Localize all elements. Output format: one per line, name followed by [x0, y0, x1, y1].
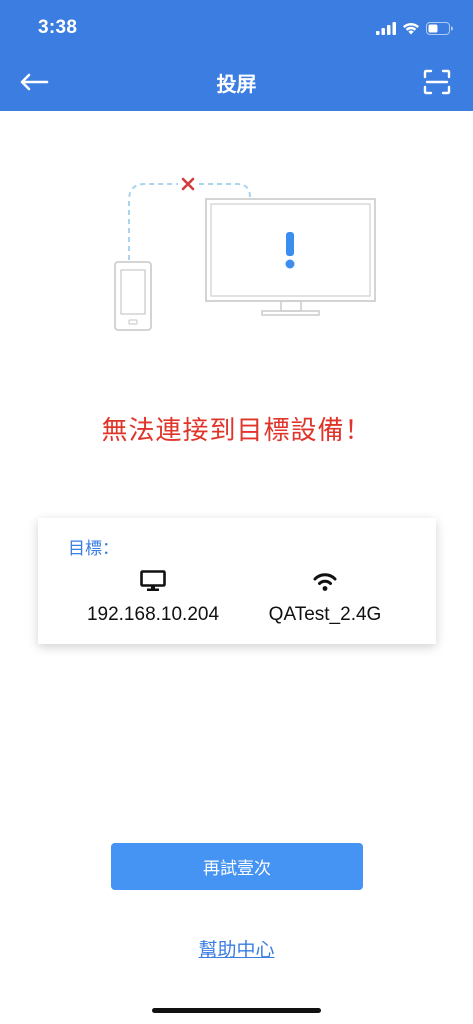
target-ip: 192.168.10.204 — [86, 604, 220, 625]
battery-icon — [426, 21, 453, 35]
status-bar: 3:38 — [0, 0, 473, 54]
nav-bar: 投屏 — [0, 54, 473, 111]
monitor-icon — [140, 570, 166, 591]
monitor-icon — [205, 198, 376, 316]
target-network: QATest_2.4G — [230, 568, 420, 626]
help-center-link[interactable]: 幫助中心 — [0, 935, 473, 962]
status-icons — [376, 19, 453, 37]
error-message: 無法連接到目標設備！ — [101, 416, 372, 446]
target-label: 目標： — [68, 539, 119, 559]
phone-icon — [114, 261, 152, 331]
scan-button[interactable] — [417, 64, 457, 100]
retry-button[interactable]: 再試壹次 — [111, 843, 363, 890]
wifi-icon — [313, 573, 337, 591]
home-indicator — [152, 1008, 321, 1013]
status-time: 3:38 — [38, 17, 78, 38]
disconnect-x-icon — [181, 177, 195, 191]
cellular-signal-icon — [376, 21, 396, 35]
target-device: 192.168.10.204 — [58, 568, 248, 626]
target-ssid: QATest_2.4G — [268, 604, 382, 625]
scan-frame-icon — [423, 69, 451, 95]
wifi-status-icon — [403, 22, 419, 34]
connection-failed-illustration — [114, 177, 376, 331]
exclamation-icon — [285, 232, 295, 269]
target-card: 目標： 192.168.10.204 QATest_2.4G — [38, 518, 436, 644]
page-title: 投屏 — [216, 72, 257, 96]
app-header: 3:38 投屏 — [0, 0, 473, 111]
